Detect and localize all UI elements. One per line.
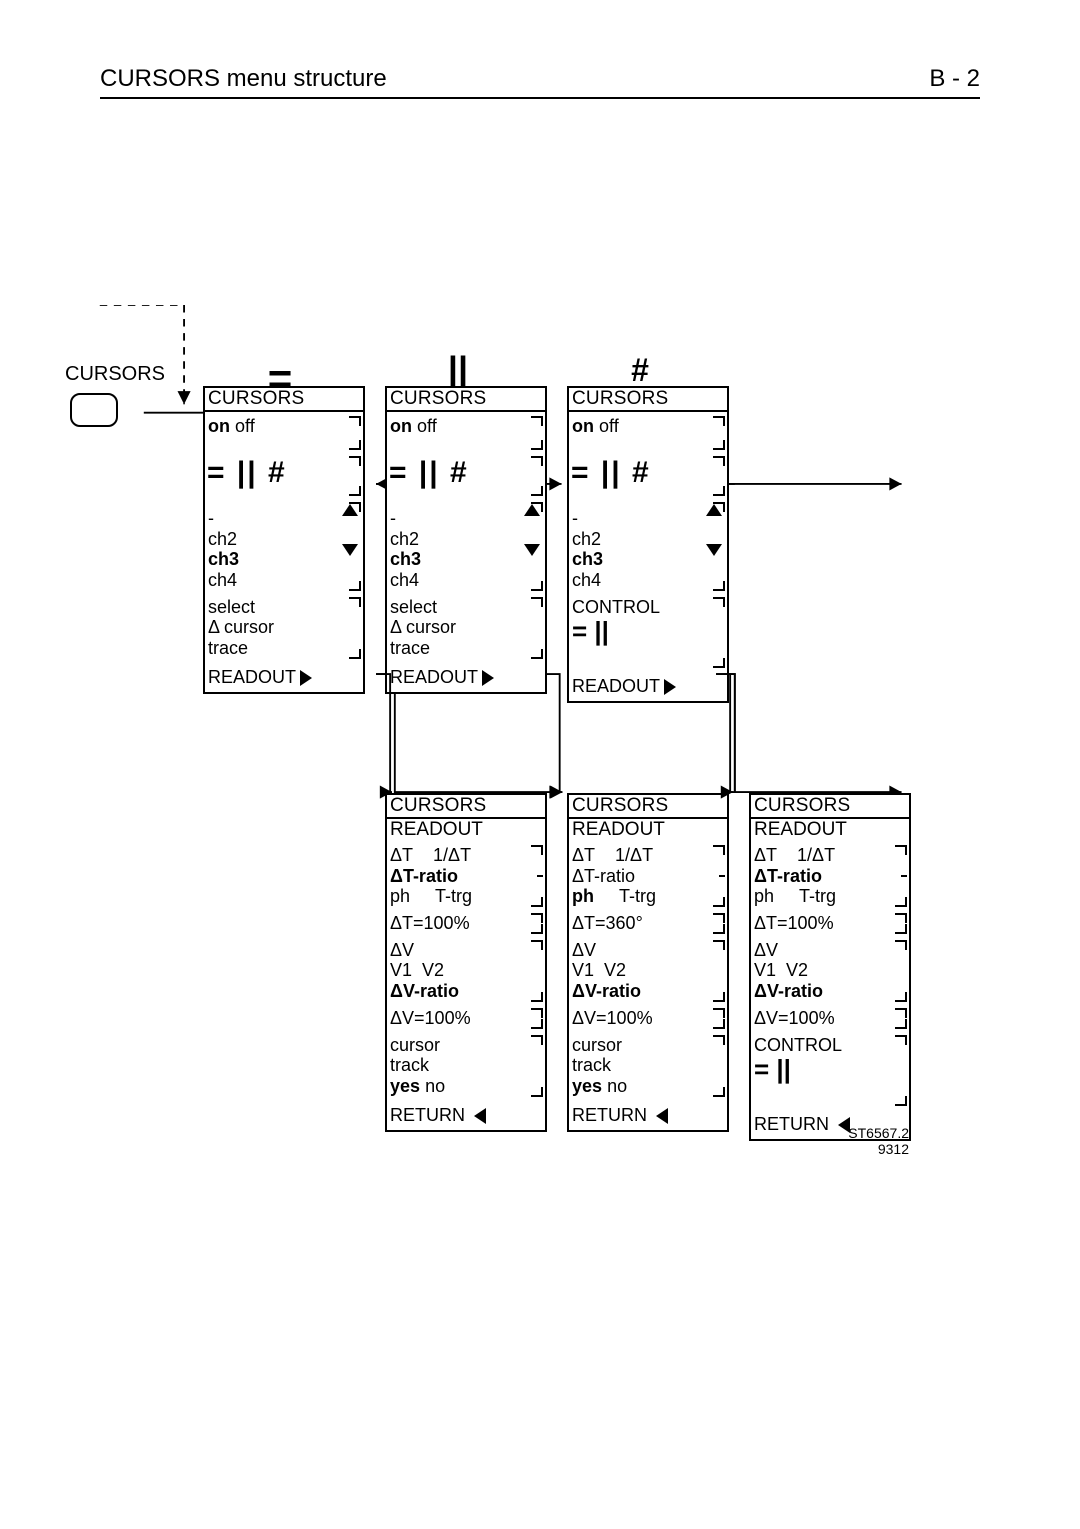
ch4: ch4 [208, 570, 360, 591]
mode-vertical-header: || [438, 349, 478, 391]
readout[interactable]: READOUT [208, 667, 296, 687]
right-icon [300, 670, 312, 686]
menu-box-equal: CURSORS on off = || # - ch2 ch3 ch4 [203, 386, 365, 694]
ch2: ch2 [208, 529, 360, 550]
menu-title: CURSORS [205, 388, 363, 412]
ch-dash: - [208, 508, 360, 529]
doc-id: ST6567.2 9312 [809, 1125, 909, 1157]
readout-box-1: CURSORS READOUT ΔT 1/ΔT ΔT-ratio ph T-tr… [385, 793, 547, 1132]
select: select [208, 597, 360, 618]
delta-cursor: Δ cursor [208, 617, 360, 638]
control: CONTROL [572, 597, 724, 618]
left-icon [474, 1108, 486, 1124]
down-icon [342, 544, 358, 556]
menu-box-vertical: CURSORS on off = || # - ch2 ch3 ch4 [385, 386, 547, 694]
control-symbol: = || [572, 617, 724, 647]
ch3: ch3 [208, 549, 360, 570]
readout-subtitle: READOUT [387, 819, 545, 841]
mode-hash-header: # [620, 352, 660, 389]
return-button[interactable]: RETURN [390, 1105, 465, 1125]
mode-row: = || # [207, 456, 287, 489]
off-label: off [235, 416, 255, 436]
on-label: on [208, 416, 230, 436]
softkey-cursors[interactable] [70, 393, 118, 427]
page-number: B - 2 [929, 65, 980, 93]
root-label: CURSORS [65, 363, 165, 386]
menu-box-hash: CURSORS on off = || # - ch2 ch3 ch4 [567, 386, 729, 703]
readout-box-2: CURSORS READOUT ΔT 1/ΔT ΔT-ratio ph T-tr… [567, 793, 729, 1132]
page-title: CURSORS menu structure [100, 65, 387, 93]
readout-box-3: CURSORS READOUT ΔT 1/ΔT ΔT-ratio ph T-tr… [749, 793, 911, 1141]
trace: trace [208, 638, 360, 659]
